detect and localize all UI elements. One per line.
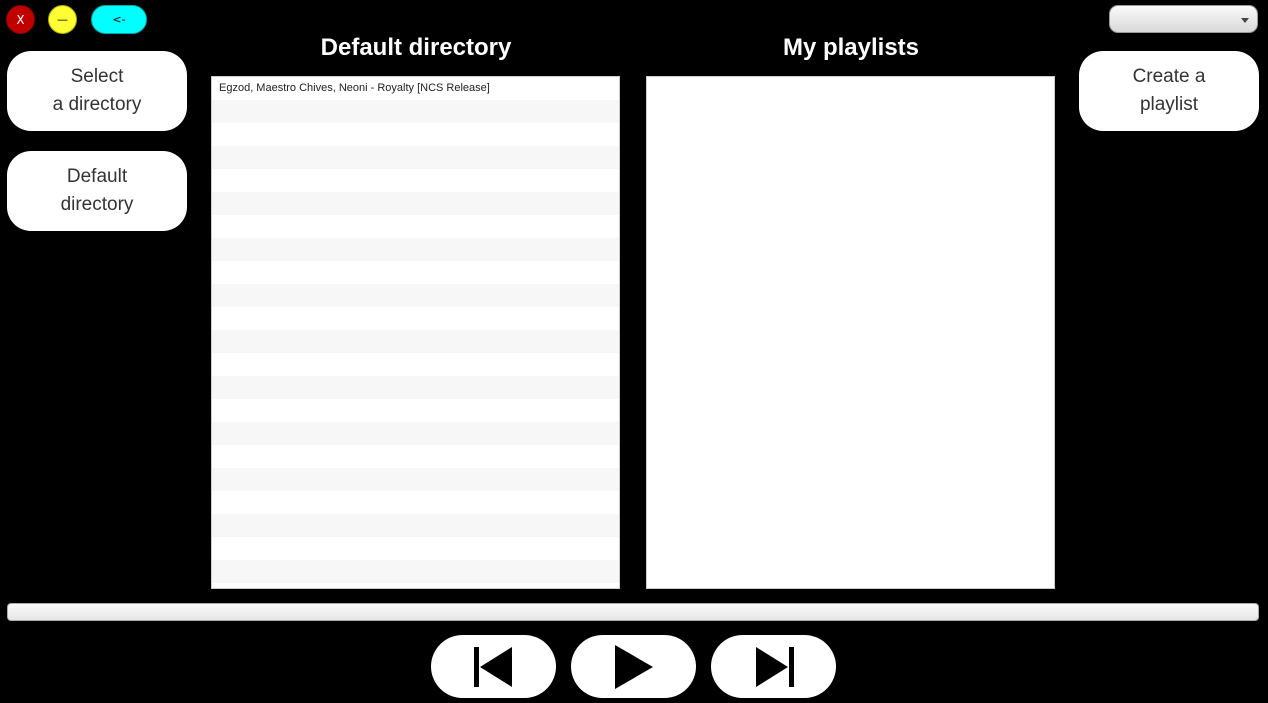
create-playlist-button[interactable]: Create a playlist bbox=[1079, 51, 1259, 131]
list-item-empty bbox=[212, 537, 619, 560]
list-item-empty bbox=[212, 445, 619, 468]
back-button[interactable]: <- bbox=[91, 5, 147, 34]
list-item-empty bbox=[212, 353, 619, 376]
list-item-empty bbox=[212, 238, 619, 261]
list-item-empty bbox=[212, 514, 619, 537]
list-item-empty bbox=[212, 376, 619, 399]
list-item[interactable]: Egzod, Maestro Chives, Neoni - Royalty [… bbox=[212, 77, 619, 100]
close-button[interactable]: X bbox=[6, 5, 35, 34]
playlists-list[interactable] bbox=[646, 76, 1055, 589]
list-item-empty bbox=[212, 215, 619, 238]
list-item-empty bbox=[212, 100, 619, 123]
list-item-empty bbox=[212, 284, 619, 307]
list-item-empty bbox=[212, 169, 619, 192]
list-item-empty bbox=[212, 146, 619, 169]
play-button[interactable] bbox=[571, 635, 696, 698]
default-directory-button[interactable]: Default directory bbox=[7, 151, 187, 231]
play-icon bbox=[614, 644, 653, 689]
list-item-empty bbox=[212, 261, 619, 284]
default-directory-heading: Default directory bbox=[320, 34, 512, 61]
list-item-empty bbox=[212, 560, 619, 583]
chevron-down-icon bbox=[1241, 18, 1249, 23]
list-item-empty bbox=[212, 491, 619, 514]
previous-track-button[interactable] bbox=[431, 635, 556, 698]
list-item-empty bbox=[212, 307, 619, 330]
skip-previous-icon bbox=[473, 646, 512, 687]
list-item-empty bbox=[212, 399, 619, 422]
list-item-empty bbox=[212, 192, 619, 215]
list-item-empty bbox=[212, 330, 619, 353]
playback-progress-bar[interactable] bbox=[7, 603, 1259, 621]
minimize-button[interactable]: — bbox=[48, 5, 77, 34]
skip-next-icon bbox=[755, 646, 794, 687]
my-playlists-heading: My playlists bbox=[782, 34, 920, 61]
list-item-empty bbox=[212, 123, 619, 146]
list-item-empty bbox=[212, 422, 619, 445]
playlist-select-dropdown[interactable] bbox=[1109, 5, 1258, 33]
default-directory-list[interactable]: Egzod, Maestro Chives, Neoni - Royalty [… bbox=[211, 76, 620, 589]
list-item-empty bbox=[212, 468, 619, 491]
select-directory-button[interactable]: Select a directory bbox=[7, 51, 187, 131]
next-track-button[interactable] bbox=[711, 635, 836, 698]
